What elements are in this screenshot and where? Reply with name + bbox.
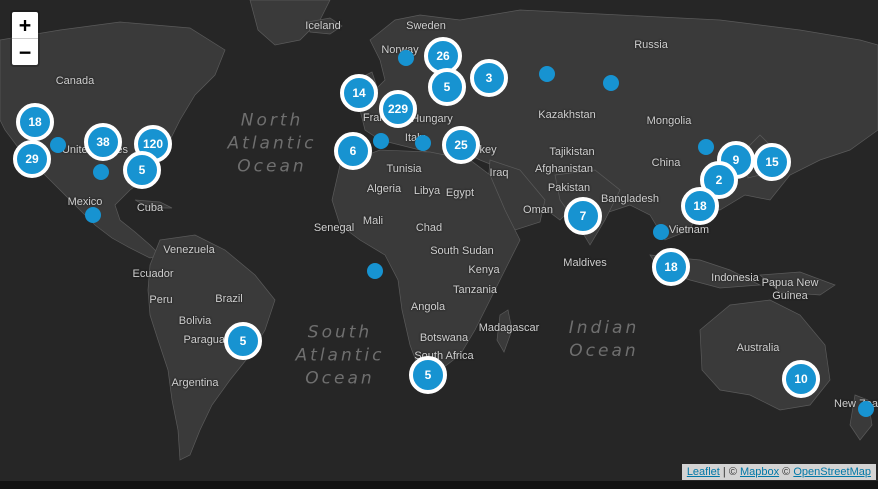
country-label: Canada <box>55 75 95 87</box>
country-label: Ecuador <box>132 268 174 280</box>
country-label: Afghanistan <box>534 163 594 175</box>
country-label: Venezuela <box>163 244 215 256</box>
country-label: Oman <box>523 204 553 216</box>
country-label: Iraq <box>489 167 509 179</box>
cluster-marker[interactable]: 18 <box>16 103 54 141</box>
country-label: Tajikistan <box>549 146 595 158</box>
cluster-marker[interactable]: 25 <box>442 126 480 164</box>
country-label: Madagascar <box>478 322 540 334</box>
country-label: China <box>651 157 681 169</box>
country-label: South Sudan <box>430 245 494 257</box>
ocean-label-north-atlantic: North Atlantic Ocean <box>227 110 317 177</box>
country-label: Mexico <box>67 196 103 208</box>
country-label: Senegal <box>313 222 355 234</box>
country-label: Egypt <box>445 187 475 199</box>
cluster-marker[interactable]: 18 <box>652 248 690 286</box>
cluster-marker[interactable]: 14 <box>340 74 378 112</box>
world-map[interactable]: North Atlantic Ocean South Atlantic Ocea… <box>0 0 878 489</box>
cluster-marker[interactable]: 5 <box>428 68 466 106</box>
leaflet-link[interactable]: Leaflet <box>687 466 720 478</box>
map-marker[interactable] <box>367 263 383 279</box>
country-label: Australia <box>736 342 780 354</box>
country-label: Mongolia <box>646 115 692 127</box>
country-label: Chad <box>415 222 443 234</box>
cluster-marker[interactable]: 15 <box>753 143 791 181</box>
map-marker[interactable] <box>858 401 874 417</box>
mapbox-link[interactable]: Mapbox <box>740 466 779 478</box>
cluster-marker[interactable]: 5 <box>224 322 262 360</box>
country-label: Tunisia <box>386 163 422 175</box>
country-label: Iceland <box>305 20 341 32</box>
zoom-in-button[interactable]: + <box>12 12 38 39</box>
country-label: Angola <box>410 301 446 313</box>
attribution-separator: © <box>779 466 794 478</box>
cluster-marker[interactable]: 7 <box>564 197 602 235</box>
cluster-marker[interactable]: 6 <box>334 132 372 170</box>
cluster-marker[interactable]: 29 <box>13 140 51 178</box>
map-marker[interactable] <box>85 207 101 223</box>
map-marker[interactable] <box>539 66 555 82</box>
country-label: Bangladesh <box>600 193 660 205</box>
country-label: Papua New Guinea <box>761 277 819 302</box>
map-marker[interactable] <box>398 50 414 66</box>
openstreetmap-link[interactable]: OpenStreetMap <box>793 466 871 478</box>
zoom-out-button[interactable]: − <box>12 39 38 65</box>
map-marker[interactable] <box>373 133 389 149</box>
map-marker[interactable] <box>50 137 66 153</box>
cluster-marker[interactable]: 5 <box>409 356 447 394</box>
map-marker[interactable] <box>415 135 431 151</box>
country-label: Peru <box>149 294 173 306</box>
map-marker[interactable] <box>93 164 109 180</box>
country-label: Brazil <box>215 293 243 305</box>
cluster-marker[interactable]: 38 <box>84 123 122 161</box>
country-label: Vietnam <box>668 224 710 236</box>
country-label: Tanzania <box>452 284 498 296</box>
country-label: Mali <box>362 215 384 227</box>
map-marker[interactable] <box>603 75 619 91</box>
country-label: Cuba <box>136 202 164 214</box>
country-label: Algeria <box>366 183 402 195</box>
attribution-separator: | © <box>719 466 740 478</box>
ocean-label-south-atlantic: South Atlantic Ocean <box>295 322 385 389</box>
country-label: Pakistan <box>547 182 591 194</box>
cluster-marker[interactable]: 18 <box>681 187 719 225</box>
country-label: Hungary <box>411 113 453 125</box>
map-marker[interactable] <box>653 224 669 240</box>
cluster-marker[interactable]: 229 <box>379 90 417 128</box>
bottom-strip <box>0 481 878 489</box>
country-label: Sweden <box>406 20 446 32</box>
country-label: Libya <box>413 185 441 197</box>
map-marker[interactable] <box>698 139 714 155</box>
country-label: Kazakhstan <box>538 109 596 121</box>
cluster-marker[interactable]: 3 <box>470 59 508 97</box>
attribution: Leaflet | © Mapbox © OpenStreetMap <box>681 464 876 480</box>
zoom-control: + − <box>10 10 40 67</box>
country-label: Argentina <box>171 377 219 389</box>
country-label: Maldives <box>563 257 607 269</box>
cluster-marker[interactable]: 5 <box>123 151 161 189</box>
country-label: Kenya <box>468 264 500 276</box>
country-label: Russia <box>634 39 668 51</box>
ocean-label-indian: Indian Ocean <box>568 318 640 361</box>
cluster-marker[interactable]: 10 <box>782 360 820 398</box>
country-label: Botswana <box>419 332 469 344</box>
country-label: Bolivia <box>178 315 212 327</box>
